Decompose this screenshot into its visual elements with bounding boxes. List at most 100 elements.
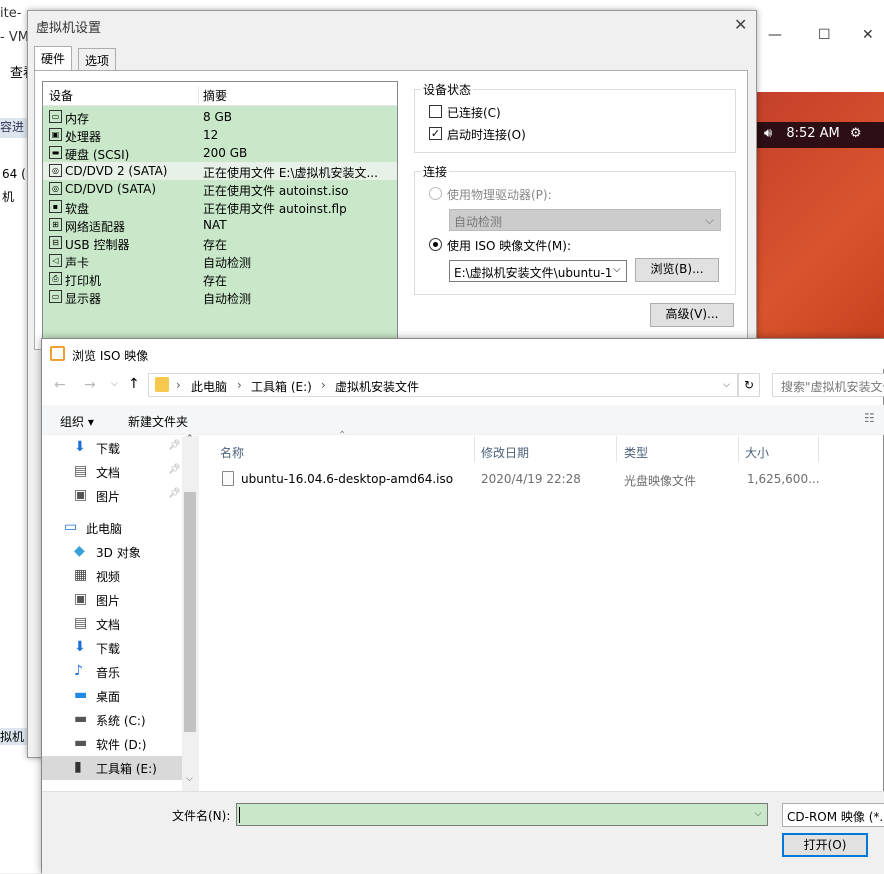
nav-item[interactable]: ▤ 文档: [42, 612, 182, 636]
nav-item-label: 下载: [96, 642, 121, 656]
device-name: 打印机: [65, 274, 102, 288]
address-bar[interactable]: › 此电脑 › 工具箱 (E:) › 虚拟机安装文件 ⌵: [148, 373, 738, 397]
column-date[interactable]: 修改日期: [481, 444, 529, 461]
nav-item[interactable]: ♪ 音乐: [42, 660, 182, 684]
nav-item[interactable]: ▣ 图片: [42, 588, 182, 612]
filename-input[interactable]: [236, 803, 768, 826]
device-row[interactable]: ▭ 显示器 自动检测: [43, 288, 397, 306]
breadcrumb-drive-e[interactable]: 工具箱 (E:): [251, 378, 312, 395]
ubuntu-top-bar: 🔊︎ 8:52 AM ⚙: [756, 122, 884, 148]
nav-scrollbar[interactable]: ⌃ ⌵: [182, 434, 199, 791]
chevron-down-icon[interactable]: ⌵: [723, 380, 730, 390]
background-title: ite-: [0, 6, 22, 21]
open-button[interactable]: 打开(O): [782, 833, 868, 857]
ubuntu-vm-screen[interactable]: 🔊︎ 8:52 AM ⚙: [756, 92, 884, 338]
device-summary: 正在使用文件 autoinst.flp: [203, 202, 347, 216]
column-size[interactable]: 大小: [745, 444, 769, 461]
connect-on-start-checkbox[interactable]: ✓: [429, 127, 442, 140]
column-name[interactable]: 名称: [220, 444, 244, 461]
music-icon: ♪: [74, 663, 83, 679]
filetype-select[interactable]: CD-ROM 映像 (*.iso): [782, 803, 884, 827]
device-status-title: 设备状态: [421, 81, 474, 98]
file-row[interactable]: ubuntu-16.04.6-desktop-amd64.iso 2020/4/1…: [202, 468, 884, 490]
nav-item[interactable]: ▮ 工具箱 (E:): [42, 756, 182, 780]
up-arrow-icon[interactable]: ↑: [128, 376, 140, 392]
search-input[interactable]: 搜索"虚拟机安装文件": [772, 373, 884, 397]
physical-drive-radio[interactable]: [429, 187, 442, 200]
breadcrumb-this-pc[interactable]: 此电脑: [191, 378, 227, 395]
nav-item[interactable]: ◆ 3D 对象: [42, 540, 182, 564]
back-arrow-icon[interactable]: ←: [54, 377, 66, 393]
3d-objects-icon: ◆: [74, 543, 85, 559]
nav-item-label: 文档: [96, 618, 121, 632]
nav-item[interactable]: ▣ 图片 📌︎: [42, 484, 182, 508]
device-list[interactable]: 设备 摘要 ▭ 内存 8 GB ▣ 处理器 12 ▬ 硬盘 (SCSI) 200 GB ◎ CD/D…: [42, 81, 398, 351]
maximize-icon[interactable]: ☐: [818, 27, 831, 43]
folder-icon: [155, 377, 169, 392]
iso-file-radio[interactable]: [429, 238, 442, 251]
library-item[interactable]: 64 (: [2, 167, 26, 181]
device-name: 软盘: [65, 202, 90, 216]
device-row[interactable]: ◁ 声卡 自动检测: [43, 252, 397, 270]
nav-item[interactable]: ▤ 文档 📌︎: [42, 460, 182, 484]
chevron-down-icon[interactable]: ⌵: [613, 264, 621, 275]
browse-button[interactable]: 浏览(B)...: [635, 258, 719, 282]
device-row[interactable]: ▬ 硬盘 (SCSI) 200 GB: [43, 144, 397, 162]
device-name: 处理器: [65, 130, 102, 144]
forward-arrow-icon[interactable]: →: [84, 377, 96, 393]
device-name: 硬盘 (SCSI): [65, 148, 130, 162]
device-summary: 存在: [203, 238, 228, 252]
column-type[interactable]: 类型: [624, 444, 648, 461]
device-row[interactable]: ◎ CD/DVD (SATA) 正在使用文件 autoinst.iso: [43, 180, 397, 198]
sound-icon: ◁: [49, 254, 62, 267]
nav-item[interactable]: ▬ 桌面: [42, 684, 182, 708]
device-name: 显示器: [65, 292, 102, 306]
recent-chevron-icon[interactable]: ⌵: [111, 379, 118, 389]
nav-item-label: 系统 (C:): [96, 714, 146, 728]
tab-options[interactable]: 选项: [78, 48, 117, 70]
organize-button[interactable]: 组织 ▾: [60, 413, 94, 430]
ubuntu-clock: 8:52 AM: [786, 126, 840, 141]
device-row[interactable]: ⊟ USB 控制器 存在: [43, 234, 397, 252]
close-icon[interactable]: ✕: [862, 27, 874, 43]
physical-drive-value: 自动检测: [454, 215, 503, 229]
device-row[interactable]: ◎ CD/DVD 2 (SATA) 正在使用文件 E:\虚拟机安装文...: [43, 162, 397, 180]
device-summary: 8 GB: [203, 110, 232, 124]
tab-hardware[interactable]: 硬件: [34, 46, 73, 71]
device-row[interactable]: ▭ 内存 8 GB: [43, 108, 397, 126]
close-icon[interactable]: ✕: [734, 15, 747, 34]
scroll-up-icon[interactable]: ⌃: [186, 434, 194, 444]
refresh-icon[interactable]: ↻: [738, 373, 760, 397]
device-row[interactable]: ⎙ 打印机 存在: [43, 270, 397, 288]
nav-item-label: 下载: [96, 442, 121, 456]
device-summary: 自动检测: [203, 292, 252, 306]
iso-path-combo[interactable]: E:\虚拟机安装文件\ubuntu-1: [449, 260, 627, 282]
minimize-icon[interactable]: —: [768, 27, 782, 43]
view-options-icon[interactable]: ☷: [864, 411, 875, 425]
device-summary: NAT: [203, 218, 227, 232]
nav-item[interactable]: ▬ 系统 (C:): [42, 708, 182, 732]
scrollbar-thumb[interactable]: [184, 492, 196, 732]
device-status-group: 设备状态 已连接(C) ✓ 启动时连接(O): [414, 81, 736, 153]
library-header: 容进: [0, 118, 27, 138]
new-folder-button[interactable]: 新建文件夹: [128, 413, 188, 430]
chevron-down-icon[interactable]: ⌵: [748, 803, 768, 826]
nav-item[interactable]: ⬇ 下载 📌︎: [42, 436, 182, 460]
nav-item[interactable]: ▬ 软件 (D:): [42, 732, 182, 756]
connected-checkbox[interactable]: [429, 105, 442, 118]
scroll-down-icon[interactable]: ⌵: [186, 774, 193, 784]
column-summary: 摘要: [198, 87, 227, 104]
advanced-button[interactable]: 高级(V)...: [650, 303, 734, 327]
volume-icon: 🔊︎: [764, 126, 773, 141]
status-fragment: 拟机: [0, 728, 27, 745]
nav-item[interactable]: ⬇ 下载: [42, 636, 182, 660]
device-summary: 正在使用文件 E:\虚拟机安装文...: [203, 166, 378, 180]
nav-item[interactable]: ▭ 此电脑: [42, 516, 182, 540]
device-row[interactable]: ⊞ 网络适配器 NAT: [43, 216, 397, 234]
nav-item[interactable]: ▦ 视频: [42, 564, 182, 588]
device-row[interactable]: ▪ 软盘 正在使用文件 autoinst.flp: [43, 198, 397, 216]
library-item[interactable]: 机: [2, 188, 14, 205]
navigation-pane[interactable]: ⬇ 下载 📌︎ ▤ 文档 📌︎ ▣ 图片 📌︎ ▭ 此电脑 ◆ 3D 对象 ▦ 视频 ▣ 图片 ▤ 文档 ⬇ 下载 ♪ 音乐…: [42, 436, 200, 791]
device-row[interactable]: ▣ 处理器 12: [43, 126, 397, 144]
breadcrumb-folder[interactable]: 虚拟机安装文件: [335, 378, 419, 395]
